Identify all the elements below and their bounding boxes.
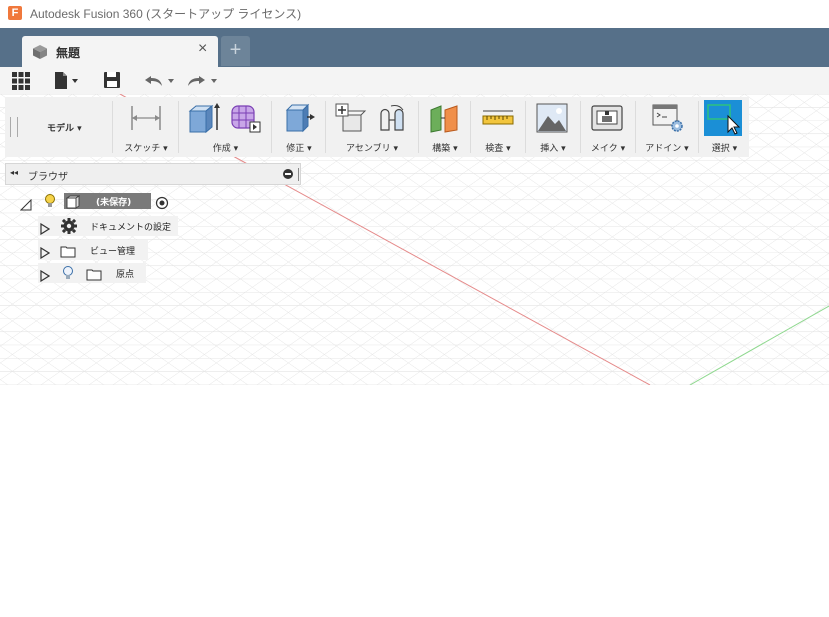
select-label: 選択 ▾: [711, 144, 738, 154]
create-group[interactable]: 作成 ▾: [180, 97, 271, 157]
new-tab-button[interactable]: +: [221, 36, 250, 66]
browser-item-origin[interactable]: 原点: [38, 263, 146, 283]
inspect-group[interactable]: 検査 ▾: [472, 97, 524, 157]
select-group[interactable]: 選択 ▾: [700, 97, 749, 157]
select-window-icon: [704, 100, 742, 140]
expand-triangle-icon[interactable]: [40, 244, 51, 263]
document-tab-label: 無題: [56, 46, 81, 60]
addins-group[interactable]: アドイン ▾: [637, 97, 697, 157]
root-label: (未保存): [96, 198, 132, 208]
toolbar-divider: [525, 101, 526, 153]
document-tab-bar: 無題 × +: [0, 28, 829, 67]
save-icon[interactable]: [103, 70, 121, 90]
cube-icon: [32, 44, 48, 64]
press-pull-icon: [281, 102, 315, 138]
quick-access-toolbar: [0, 67, 829, 94]
title-bar: F Autodesk Fusion 360 (スタートアップ ライセンス): [0, 0, 829, 28]
modify-group[interactable]: 修正 ▾: [273, 97, 325, 157]
sketch-dimension-icon: [129, 102, 163, 138]
browser-item-label: ドキュメントの設定: [90, 223, 172, 233]
scripts-addins-icon: [651, 102, 685, 138]
insert-group[interactable]: 挿入 ▾: [527, 97, 579, 157]
expand-triangle-icon[interactable]: [40, 220, 51, 239]
construct-label: 構築 ▾: [432, 144, 458, 154]
make-label: メイク ▾: [590, 144, 626, 154]
browser-root-node[interactable]: (未保存): [19, 193, 180, 215]
fusion-logo-icon: F: [8, 6, 22, 20]
toolbar-grip-handle[interactable]: [10, 117, 18, 137]
toolbar-divider: [178, 101, 179, 153]
folder-icon: [86, 266, 102, 285]
browser-resize-handle[interactable]: [298, 168, 301, 181]
file-icon[interactable]: [53, 70, 81, 90]
addins-label: アドイン ▾: [645, 144, 689, 154]
inspect-label: 検査 ▾: [485, 144, 511, 154]
browser-item-label: ビュー管理: [90, 247, 136, 257]
insert-image-icon: [535, 102, 569, 138]
modify-label: 修正 ▾: [286, 144, 312, 154]
browser-title: ブラウザ: [28, 172, 68, 183]
new-component-icon: [333, 102, 367, 138]
browser-item-named-views[interactable]: ビュー管理: [38, 240, 148, 260]
document-tab[interactable]: 無題 ×: [22, 36, 218, 67]
toolbar-divider: [271, 101, 272, 153]
workspace-selector[interactable]: モデル ▾: [47, 121, 82, 134]
minimize-browser-icon[interactable]: [283, 169, 293, 179]
grid-menu-icon[interactable]: [11, 70, 31, 90]
construct-group[interactable]: 構築 ▾: [420, 97, 470, 157]
component-icon: [65, 194, 81, 213]
collapse-browser-icon[interactable]: ◂◂: [10, 168, 18, 177]
toolbar-divider: [325, 101, 326, 153]
form-mesh-icon: [228, 102, 262, 138]
collapse-triangle-icon[interactable]: [19, 196, 32, 215]
assemble-group[interactable]: アセンブリ ▾: [327, 97, 417, 157]
assemble-label: アセンブリ ▾: [346, 144, 398, 154]
sketch-group[interactable]: スケッチ ▾: [115, 97, 177, 157]
browser-item-document-settings[interactable]: ドキュメントの設定: [38, 216, 178, 236]
insert-label: 挿入 ▾: [540, 144, 566, 154]
3d-print-icon: [590, 102, 624, 138]
visibility-bulb-icon[interactable]: [44, 193, 56, 213]
measure-icon: [481, 102, 515, 138]
joint-icon: [377, 102, 411, 138]
toolbar-divider: [418, 101, 419, 153]
toolbar-divider: [635, 101, 636, 153]
visibility-bulb-off-icon[interactable]: [62, 265, 74, 285]
sketch-label: スケッチ ▾: [124, 144, 168, 154]
browser-item-label: 原点: [116, 270, 135, 280]
ribbon-toolbar: モデル ▾ スケッチ ▾ 作成 ▾ 修正 ▾ アセンブリ ▾ 構築 ▾ 検査 ▾…: [5, 97, 749, 157]
close-tab-icon[interactable]: ×: [198, 40, 207, 58]
offset-plane-icon: [427, 102, 461, 138]
make-group[interactable]: メイク ▾: [582, 97, 634, 157]
window-title: Autodesk Fusion 360 (スタートアップ ライセンス): [30, 7, 302, 21]
folder-icon: [60, 243, 76, 262]
expand-triangle-icon[interactable]: [40, 267, 51, 286]
browser-panel-header: ◂◂ ブラウザ: [5, 163, 301, 185]
activate-radio-icon[interactable]: [155, 195, 169, 214]
extrude-icon: [186, 102, 220, 138]
create-label: 作成 ▾: [212, 144, 239, 154]
toolbar-divider: [580, 101, 581, 153]
gear-icon: [60, 217, 78, 239]
toolbar-divider: [698, 101, 699, 153]
undo-icon[interactable]: [143, 70, 177, 90]
toolbar-divider: [112, 101, 113, 153]
toolbar-divider: [470, 101, 471, 153]
root-component-chip[interactable]: (未保存): [64, 193, 151, 209]
redo-icon[interactable]: [186, 70, 220, 90]
